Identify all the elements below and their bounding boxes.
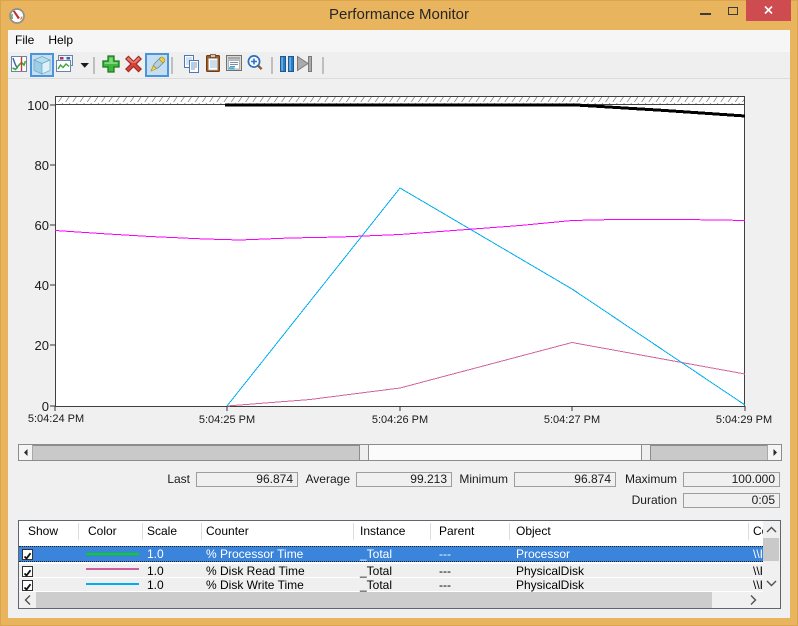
svg-text:80: 80 <box>35 158 49 173</box>
svg-text:20: 20 <box>35 338 49 353</box>
svg-text:100: 100 <box>27 98 49 113</box>
svg-text:0: 0 <box>42 399 49 414</box>
svg-text:5:04:27 PM: 5:04:27 PM <box>544 414 600 426</box>
svg-text:5:04:26 PM: 5:04:26 PM <box>372 414 428 426</box>
svg-text:40: 40 <box>35 278 49 293</box>
svg-text:5:04:24 PM: 5:04:24 PM <box>28 413 84 425</box>
svg-text:5:04:29 PM: 5:04:29 PM <box>716 414 772 426</box>
svg-text:60: 60 <box>35 218 49 233</box>
svg-text:5:04:25 PM: 5:04:25 PM <box>199 414 255 426</box>
